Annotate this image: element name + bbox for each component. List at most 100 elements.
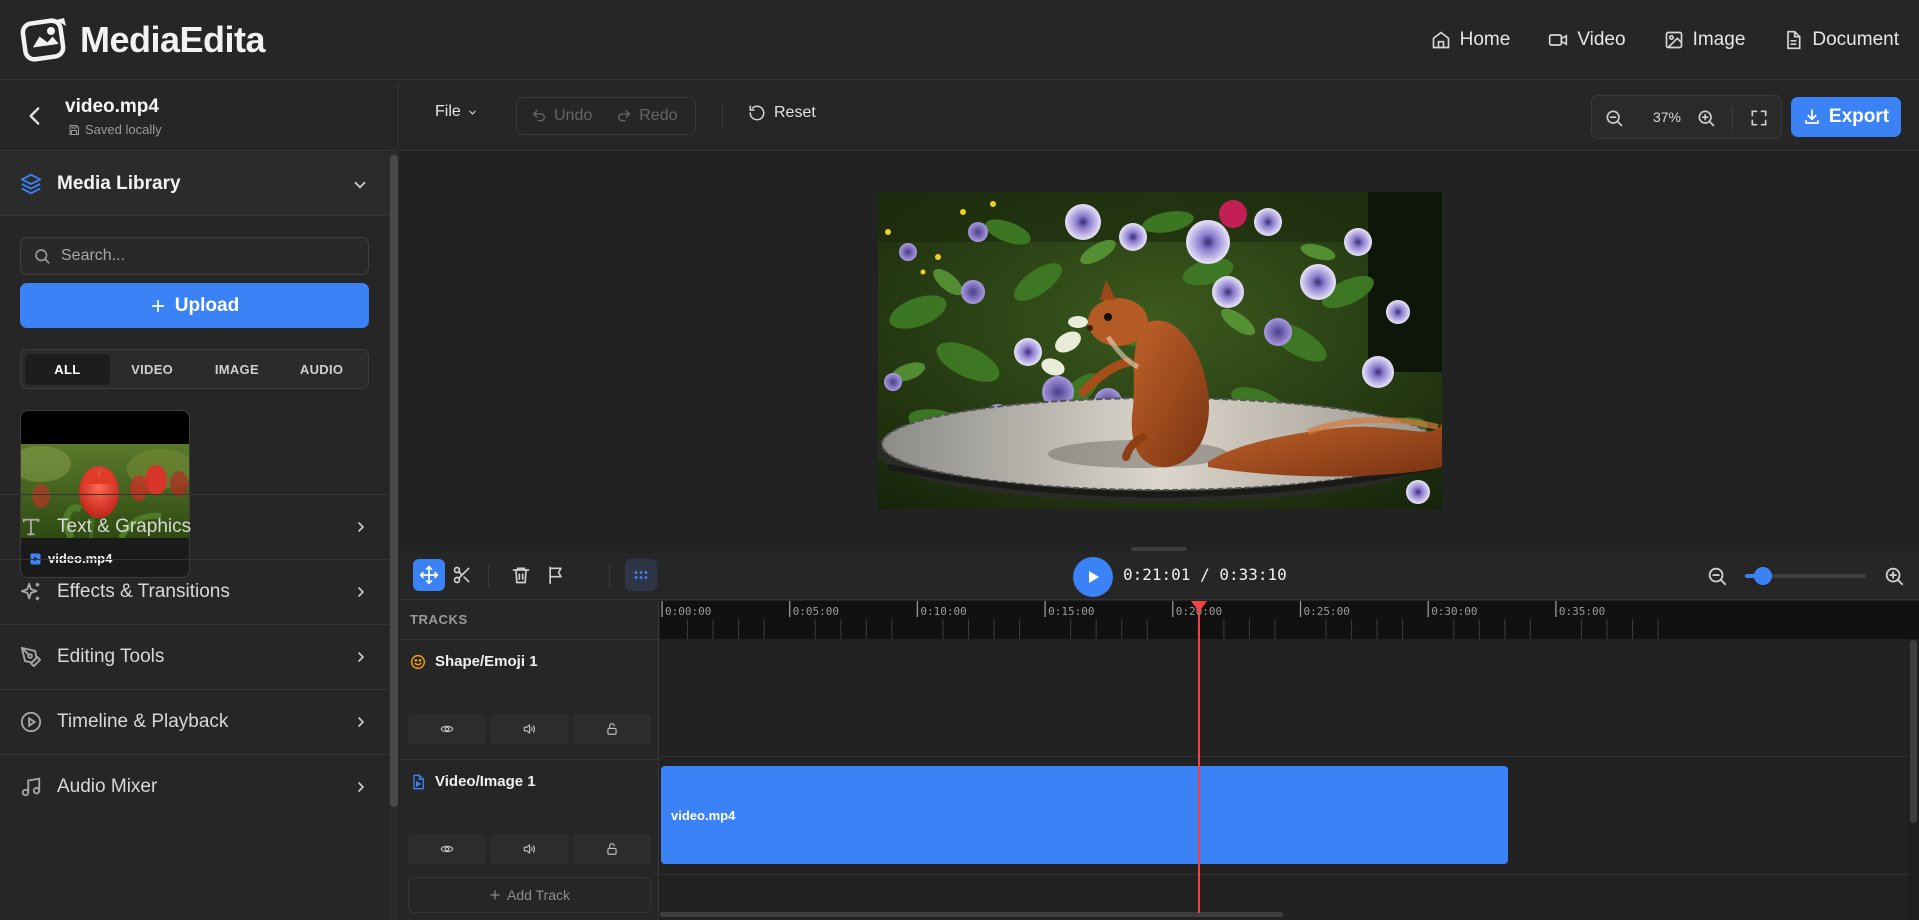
track-visibility-button[interactable] xyxy=(408,834,487,864)
nav-video-label: Video xyxy=(1577,29,1626,50)
timeline-ruler[interactable]: 0:00:000:05:000:10:000:15:000:20:000:25:… xyxy=(660,601,1919,639)
track-name: Video/Image 1 xyxy=(435,773,536,790)
video-frame xyxy=(878,192,1442,509)
timeline-hscrollbar[interactable] xyxy=(660,912,1283,917)
move-tool-button[interactable] xyxy=(413,559,445,591)
playhead-handle[interactable] xyxy=(1190,601,1207,612)
reset-icon xyxy=(749,105,765,121)
volume-icon xyxy=(524,724,536,734)
nav-image[interactable]: Image xyxy=(1664,29,1745,51)
redo-button[interactable]: Redo xyxy=(616,107,678,125)
chevron-down-icon xyxy=(468,110,476,115)
search-input[interactable] xyxy=(61,247,351,265)
chevron-right-icon xyxy=(358,522,365,532)
text-icon xyxy=(22,518,40,536)
section-label: Text & Graphics xyxy=(57,516,192,537)
nav-document[interactable]: Document xyxy=(1783,29,1899,51)
section-audio-mixer[interactable]: Audio Mixer xyxy=(0,754,389,819)
download-icon xyxy=(1805,109,1819,124)
save-icon xyxy=(69,124,79,135)
section-text-graphics[interactable]: Text & Graphics xyxy=(0,494,389,559)
snap-toggle-button[interactable] xyxy=(625,559,657,591)
timeline-zoom-in-icon[interactable] xyxy=(1883,565,1905,587)
editor-toolbar: File Undo Redo Reset 37% Export xyxy=(400,81,1919,151)
filter-tab-all[interactable]: ALL xyxy=(25,353,110,385)
media-filter-tabs: ALL VIDEO IMAGE AUDIO xyxy=(20,349,369,389)
reset-button[interactable]: Reset xyxy=(748,104,816,122)
app-logo[interactable]: MediaEdita xyxy=(20,16,266,64)
track-header[interactable]: Shape/Emoji 1 xyxy=(400,639,659,759)
image-icon xyxy=(1665,31,1682,49)
export-button[interactable]: Export xyxy=(1791,97,1901,137)
section-effects-transitions[interactable]: Effects & Transitions xyxy=(0,559,389,624)
nav-home[interactable]: Home xyxy=(1431,29,1510,51)
marker-button[interactable] xyxy=(540,559,572,591)
sidebar: video.mp4 Saved locally Media Library Up… xyxy=(0,81,399,920)
track-header[interactable]: Video/Image 1 xyxy=(400,759,659,879)
logo-icon xyxy=(20,18,66,62)
track-lock-button[interactable] xyxy=(572,834,651,864)
toolbar-divider xyxy=(722,103,723,129)
nav-document-label: Document xyxy=(1812,29,1899,50)
timeline-zoom-out-icon[interactable] xyxy=(1706,565,1728,587)
play-icon xyxy=(1089,571,1099,583)
section-timeline-playback[interactable]: Timeline & Playback xyxy=(0,689,389,754)
upload-button[interactable]: Upload xyxy=(20,283,369,328)
fullscreen-icon[interactable] xyxy=(1749,108,1769,128)
file-header: video.mp4 Saved locally xyxy=(0,81,399,151)
cut-tool-button[interactable] xyxy=(446,559,478,591)
file-menu[interactable]: File xyxy=(435,103,478,121)
ruler-tick-label: 0:05:00 xyxy=(793,605,839,618)
undo-button[interactable]: Undo xyxy=(531,107,592,125)
sidebar-scrollbar[interactable] xyxy=(389,151,399,920)
undo-redo-group: Undo Redo xyxy=(516,97,696,135)
playhead-line[interactable] xyxy=(1197,601,1200,913)
video-preview-canvas[interactable] xyxy=(878,192,1442,509)
track-audio-button[interactable] xyxy=(490,714,569,744)
sparkles-icon xyxy=(20,582,40,601)
track-lane[interactable] xyxy=(660,639,1919,757)
track-controls xyxy=(408,714,651,744)
timeline-vscrollbar[interactable] xyxy=(1910,640,1917,823)
timeline-zoom-knob[interactable] xyxy=(1754,567,1773,585)
back-arrow-icon[interactable] xyxy=(22,103,48,129)
add-track-button[interactable]: Add Track xyxy=(408,877,651,913)
redo-label: Redo xyxy=(639,107,678,124)
add-track-label: Add Track xyxy=(506,887,571,903)
chevron-right-icon xyxy=(358,587,365,597)
unlock-icon xyxy=(607,723,617,735)
section-editing-tools[interactable]: Editing Tools xyxy=(0,624,389,689)
chevron-right-icon xyxy=(358,717,365,727)
chevron-down-icon xyxy=(354,181,366,189)
section-label: Editing Tools xyxy=(57,646,165,667)
file-menu-label: File xyxy=(435,103,461,120)
filter-tab-video[interactable]: VIDEO xyxy=(110,354,195,385)
nav-video[interactable]: Video xyxy=(1548,29,1626,51)
section-label: Effects & Transitions xyxy=(57,581,230,602)
track-lock-button[interactable] xyxy=(572,714,651,744)
top-navigation: Home Video Image Document xyxy=(1431,0,1899,80)
eye-icon xyxy=(440,725,454,733)
timeline-zoom-slider[interactable] xyxy=(1745,567,1866,585)
search-icon xyxy=(35,249,50,264)
app-name: MediaEdita xyxy=(80,19,266,60)
smiley-icon xyxy=(410,654,426,670)
reset-label: Reset xyxy=(774,104,816,121)
filter-tab-audio[interactable]: AUDIO xyxy=(279,354,364,385)
video-file-icon xyxy=(413,774,424,790)
media-library-header[interactable]: Media Library xyxy=(0,152,389,216)
resize-handle[interactable] xyxy=(1131,547,1187,551)
section-label: Timeline & Playback xyxy=(57,711,229,732)
upload-label: Upload xyxy=(174,294,240,316)
track-audio-button[interactable] xyxy=(490,834,569,864)
video-clip[interactable]: video.mp4 xyxy=(661,766,1509,864)
media-search xyxy=(20,237,369,275)
zoom-out-icon[interactable] xyxy=(1604,108,1624,128)
play-button[interactable] xyxy=(1073,557,1113,597)
zoom-in-icon[interactable] xyxy=(1696,108,1716,128)
track-visibility-button[interactable] xyxy=(408,714,487,744)
trash-icon xyxy=(512,567,530,584)
preview-area xyxy=(400,151,1919,549)
delete-button[interactable] xyxy=(505,559,537,591)
filter-tab-image[interactable]: IMAGE xyxy=(195,354,280,385)
